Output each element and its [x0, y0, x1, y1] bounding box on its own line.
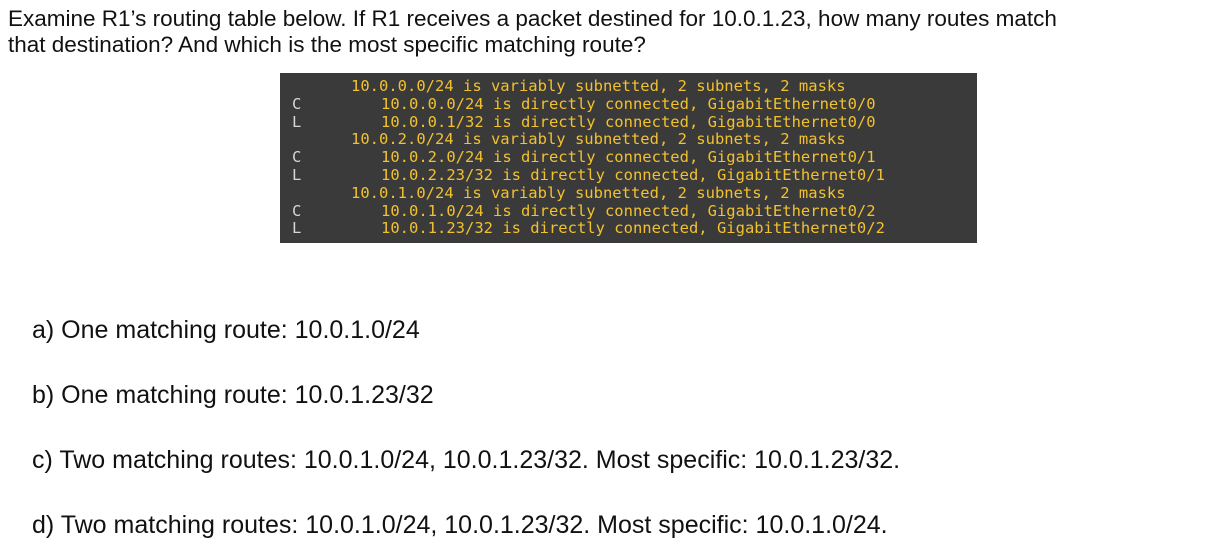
routing-table-row: L 10.0.1.23/32 is directly connected, Gi…	[280, 220, 977, 238]
routing-table-row: 10.0.2.0/24 is variably subnetted, 2 sub…	[280, 131, 977, 149]
question-line-2: that destination? And which is the most …	[8, 32, 646, 57]
routing-table-row: C 10.0.0.0/24 is directly connected, Gig…	[280, 94, 977, 114]
route-entry: 10.0.1.23/32 is directly connected, Giga…	[381, 219, 885, 238]
question-text: Examine R1’s routing table below. If R1 …	[8, 6, 1213, 58]
route-entry: 10.0.2.0/24 is directly connected, Gigab…	[381, 148, 876, 167]
route-entry: 10.0.1.0/24 is variably subnetted, 2 sub…	[351, 183, 846, 202]
route-code: C	[292, 201, 302, 220]
routing-table-row: L 10.0.2.23/32 is directly connected, Gi…	[280, 165, 977, 185]
routing-table-row: C 10.0.2.0/24 is directly connected, Gig…	[280, 148, 977, 167]
answer-option-d[interactable]: d) Two matching routes: 10.0.1.0/24, 10.…	[32, 510, 888, 540]
routing-table-row: 10.0.1.0/24 is variably subnetted, 2 sub…	[280, 183, 977, 203]
answer-option-c[interactable]: c) Two matching routes: 10.0.1.0/24, 10.…	[32, 445, 900, 475]
route-code: C	[292, 148, 302, 167]
route-entry: 10.0.2.23/32 is directly connected, Giga…	[381, 165, 885, 184]
routing-table-output: 10.0.0.0/24 is variably subnetted, 2 sub…	[280, 73, 977, 243]
route-entry: 10.0.0.0/24 is variably subnetted, 2 sub…	[351, 77, 846, 95]
route-code: C	[292, 94, 302, 113]
route-entry: 10.0.0.0/24 is directly connected, Gigab…	[381, 94, 876, 113]
answer-option-b[interactable]: b) One matching route: 10.0.1.23/32	[32, 380, 434, 410]
routing-table-row: 10.0.0.0/24 is variably subnetted, 2 sub…	[280, 77, 977, 96]
question-line-1: Examine R1’s routing table below. If R1 …	[8, 6, 1057, 31]
route-entry: 10.0.0.1/32 is directly connected, Gigab…	[381, 112, 876, 131]
route-code: L	[292, 165, 302, 184]
route-entry: 10.0.2.0/24 is variably subnetted, 2 sub…	[351, 130, 846, 149]
route-entry: 10.0.1.0/24 is directly connected, Gigab…	[381, 201, 876, 220]
routing-table-row: C 10.0.1.0/24 is directly connected, Gig…	[280, 201, 977, 221]
route-code: L	[292, 219, 302, 238]
answer-option-a[interactable]: a) One matching route: 10.0.1.0/24	[32, 315, 420, 345]
routing-table-row: L 10.0.0.1/32 is directly connected, Gig…	[280, 112, 977, 132]
route-code: L	[292, 112, 302, 131]
